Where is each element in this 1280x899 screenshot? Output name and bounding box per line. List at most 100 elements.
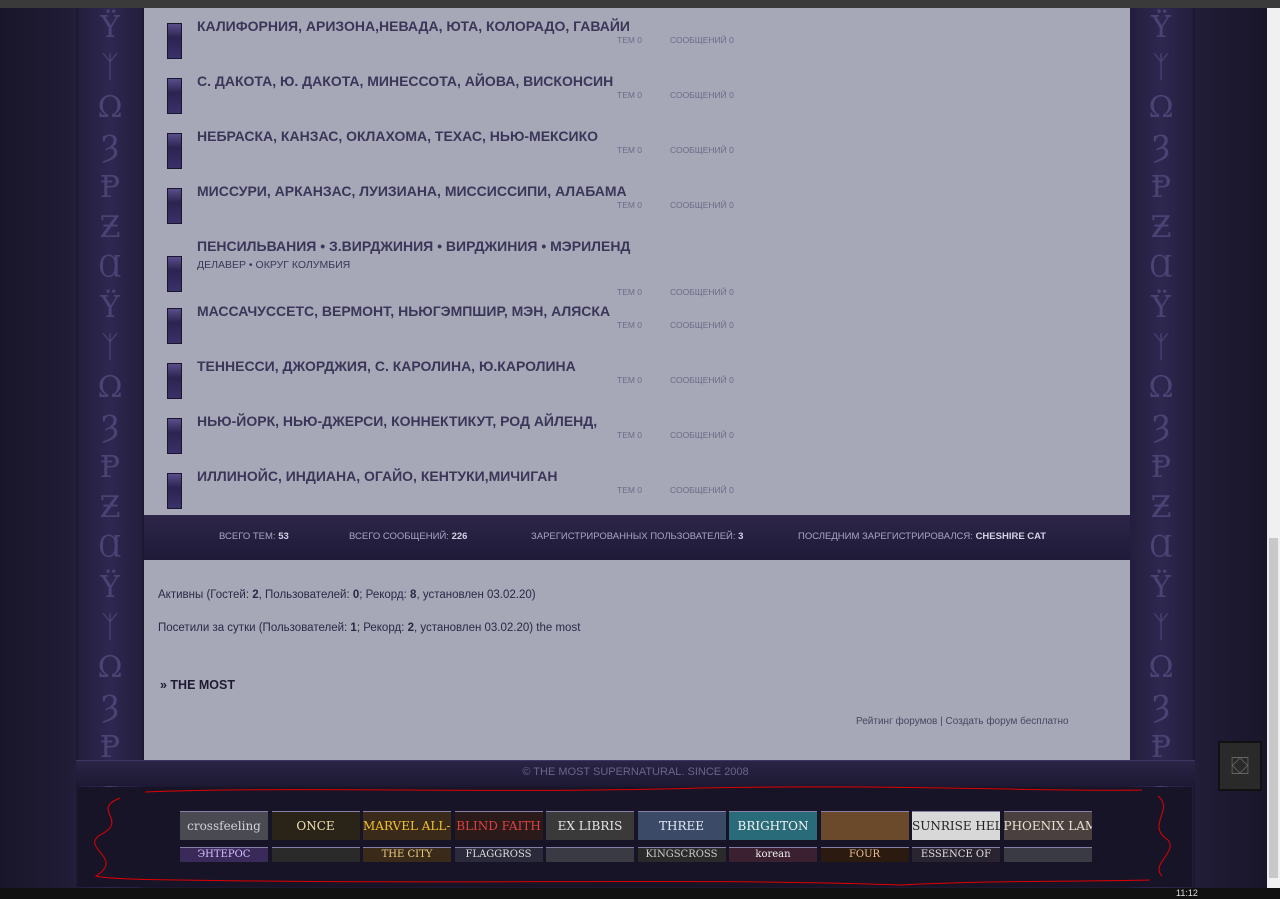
rune-glyph-icon: Ᵽ [99,170,121,205]
forum-post-count: СООБЩЕНИЙ 0 [670,35,734,45]
rune-glyph-icon: Ɑ [98,530,122,565]
page-scrollbar[interactable] [1267,8,1280,888]
browser-top-strip [0,0,1280,8]
rune-glyph-icon: Ƶ [1150,490,1172,525]
forum-status-icon [167,308,182,344]
create-forum-link[interactable]: Создать форум бесплатно [946,716,1069,727]
copyright-text: © THE MOST SUPERNATURAL. SINCE 2008 [522,766,749,778]
last-registered-user-link[interactable]: CHESHIRE CAT [976,531,1047,542]
rune-glyph-icon: Ϋ [1151,10,1171,45]
forum-post-count: СООБЩЕНИЙ 0 [670,320,734,330]
rune-glyph-icon: Ϋ [100,290,120,325]
rune-glyph-icon: ᛉ [101,330,119,365]
forum-post-count: СООБЩЕНИЙ 0 [670,287,734,297]
rune-glyph-icon: Ȝ [1151,690,1171,725]
taskbar-clock: 11:12 [1176,888,1198,898]
rune-glyph-icon: Ᵽ [1150,450,1172,485]
rune-glyph-icon: Ƶ [1150,210,1172,245]
forum-post-count: СООБЩЕНИЙ 0 [670,90,734,100]
forum-title-link[interactable]: КАЛИФОРНИЯ, АРИЗОНА,НЕВАДА, ЮТА, КОЛОРАД… [197,18,630,34]
forum-row: ПЕНСИЛЬВАНИЯ • З.ВИРДЖИНИЯ • ВИРДЖИНИЯ •… [144,236,1130,297]
forum-subtitle: ДЕЛАВЕР • ОКРУГ КОЛУМБИЯ [197,259,351,271]
forum-post-count: СООБЩЕНИЙ 0 [670,430,734,440]
rune-glyph-icon: Ϋ [1151,290,1171,325]
footer-separator: | [940,716,943,727]
forum-topic-count: ТЕМ 0 [617,200,643,210]
forum-status-icon [167,23,182,59]
forum-status-icon [167,133,182,169]
online-info-section: Активны (Гостей: 2, Пользователей: 0; Ре… [144,560,1130,760]
forum-post-count: СООБЩЕНИЙ 0 [670,200,734,210]
forum-topic-count: ТЕМ 0 [617,320,643,330]
rune-glyph-icon: Ƶ [99,210,121,245]
rune-glyph-icon: Ɑ [98,250,122,285]
rune-glyph-icon: Ϋ [1151,570,1171,605]
rune-glyph-icon: Ȝ [1151,410,1171,445]
forum-row: НЕБРАСКА, КАНЗАС, ОКЛАХОМА, ТЕХАС, НЬЮ-М… [144,126,1130,181]
stat-total-topics: ВСЕГО ТЕМ: 53 [219,531,289,542]
rune-glyph-icon: Ϋ [100,570,120,605]
forum-post-count: СООБЩЕНИЙ 0 [670,485,734,495]
rune-glyph-icon: ᛉ [101,610,119,645]
forum-title-link[interactable]: НЬЮ-ЙОРК, НЬЮ-ДЖЕРСИ, КОННЕКТИКУТ, РОД А… [197,413,597,429]
rune-glyph-icon: Ȝ [100,690,120,725]
forum-row: МАССАЧУССЕТС, ВЕРМОНТ, НЬЮГЭМПШИР, МЭН, … [144,301,1130,356]
stat-registered-users: ЗАРЕГИСТРИРОВАННЫХ ПОЛЬЗОВАТЕЛЕЙ: 3 [531,531,744,542]
forum-stats-bar: ВСЕГО ТЕМ: 53 ВСЕГО СООБЩЕНИЙ: 226 ЗАРЕГ… [144,515,1130,560]
forum-status-icon [167,256,182,292]
red-scribble-annotation [94,786,1171,886]
forum-status-icon [167,363,182,399]
rune-glyph-icon: Ƶ [99,490,121,525]
rune-glyph-icon: Ω [97,650,123,685]
forum-status-icon [167,418,182,454]
rune-glyph-icon: Ɑ [1149,250,1173,285]
rune-glyph-icon: Ȝ [1151,130,1171,165]
forum-status-icon [167,188,182,224]
stat-last-registered: ПОСЛЕДНИМ ЗАРЕГИСТРИРОВАЛСЯ: CHESHIRE CA… [798,531,1047,542]
forum-home-link[interactable]: » THE MOST [160,678,235,692]
forum-status-icon [167,78,182,114]
forum-topic-count: ТЕМ 0 [617,430,643,440]
forum-topic-count: ТЕМ 0 [617,375,643,385]
visited-today-line: Посетили за сутки (Пользователей: 1; Рек… [158,622,581,634]
forum-row: КАЛИФОРНИЯ, АРИЗОНА,НЕВАДА, ЮТА, КОЛОРАД… [144,16,1130,71]
forum-rating-link[interactable]: Рейтинг форумов [856,716,937,727]
rune-glyph-icon: Ω [1148,650,1174,685]
forum-topic-count: ТЕМ 0 [617,145,643,155]
forum-title-link[interactable]: ИЛЛИНОЙС, ИНДИАНА, ОГАЙО, КЕНТУКИ,МИЧИГА… [197,468,557,484]
forum-row: НЬЮ-ЙОРК, НЬЮ-ДЖЕРСИ, КОННЕКТИКУТ, РОД А… [144,411,1130,466]
rune-glyph-icon: Ȝ [100,130,120,165]
rune-glyph-icon: Ω [97,90,123,125]
rune-glyph-icon: Ω [1148,370,1174,405]
forum-row: С. ДАКОТА, Ю. ДАКОТА, МИНЕССОТА, АЙОВА, … [144,71,1130,126]
forum-title-link[interactable]: НЕБРАСКА, КАНЗАС, ОКЛАХОМА, ТЕХАС, НЬЮ-М… [197,128,598,144]
forum-row: МИССУРИ, АРКАНЗАС, ЛУИЗИАНА, МИССИССИПИ,… [144,181,1130,236]
scrollbar-thumb[interactable] [1269,538,1278,878]
forum-row: ИЛЛИНОЙС, ИНДИАНА, ОГАЙО, КЕНТУКИ,МИЧИГА… [144,466,1130,521]
forum-title-link[interactable]: ТЕННЕССИ, ДЖОРДЖИЯ, С. КАРОЛИНА, Ю.КАРОЛ… [197,358,576,374]
forum-title-link[interactable]: С. ДАКОТА, Ю. ДАКОТА, МИНЕССОТА, АЙОВА, … [197,73,613,89]
forum-topic-count: ТЕМ 0 [617,90,643,100]
os-taskbar [0,888,1280,899]
rune-glyph-icon: Ɑ [1149,530,1173,565]
forum-title-link[interactable]: ПЕНСИЛЬВАНИЯ • З.ВИРДЖИНИЯ • ВИРДЖИНИЯ •… [197,238,630,254]
rune-glyph-icon: Ω [1148,90,1174,125]
rune-glyph-icon: ᛉ [1152,50,1170,85]
rune-glyph-icon: Ᵽ [99,450,121,485]
rune-glyph-icon: ᛉ [1152,330,1170,365]
footer-links: Рейтинг форумов | Создать форум бесплатн… [856,716,1069,727]
left-rune-border: ΫᛉΩȜⱣƵⱭΫᛉΩȜⱣƵⱭΫᛉΩȜⱣƵⱭΫ [78,8,142,888]
rune-glyph-icon: ᛉ [1152,610,1170,645]
forum-topic-count: ТЕМ 0 [617,287,643,297]
rune-glyph-icon: Ω [97,370,123,405]
rune-glyph-icon: ᛉ [101,50,119,85]
active-users-line: Активны (Гостей: 2, Пользователей: 0; Ре… [158,589,536,601]
forum-row: ТЕННЕССИ, ДЖОРДЖИЯ, С. КАРОЛИНА, Ю.КАРОЛ… [144,356,1130,411]
forum-title-link[interactable]: МАССАЧУССЕТС, ВЕРМОНТ, НЬЮГЭМПШИР, МЭН, … [197,303,610,319]
rune-glyph-icon: Ȝ [100,410,120,445]
rune-glyph-icon: Ϋ [100,10,120,45]
forum-topic-count: ТЕМ 0 [617,485,643,495]
forum-status-icon [167,473,182,509]
forum-post-count: СООБЩЕНИЙ 0 [670,375,734,385]
forum-title-link[interactable]: МИССУРИ, АРКАНЗАС, ЛУИЗИАНА, МИССИССИПИ,… [197,183,627,199]
